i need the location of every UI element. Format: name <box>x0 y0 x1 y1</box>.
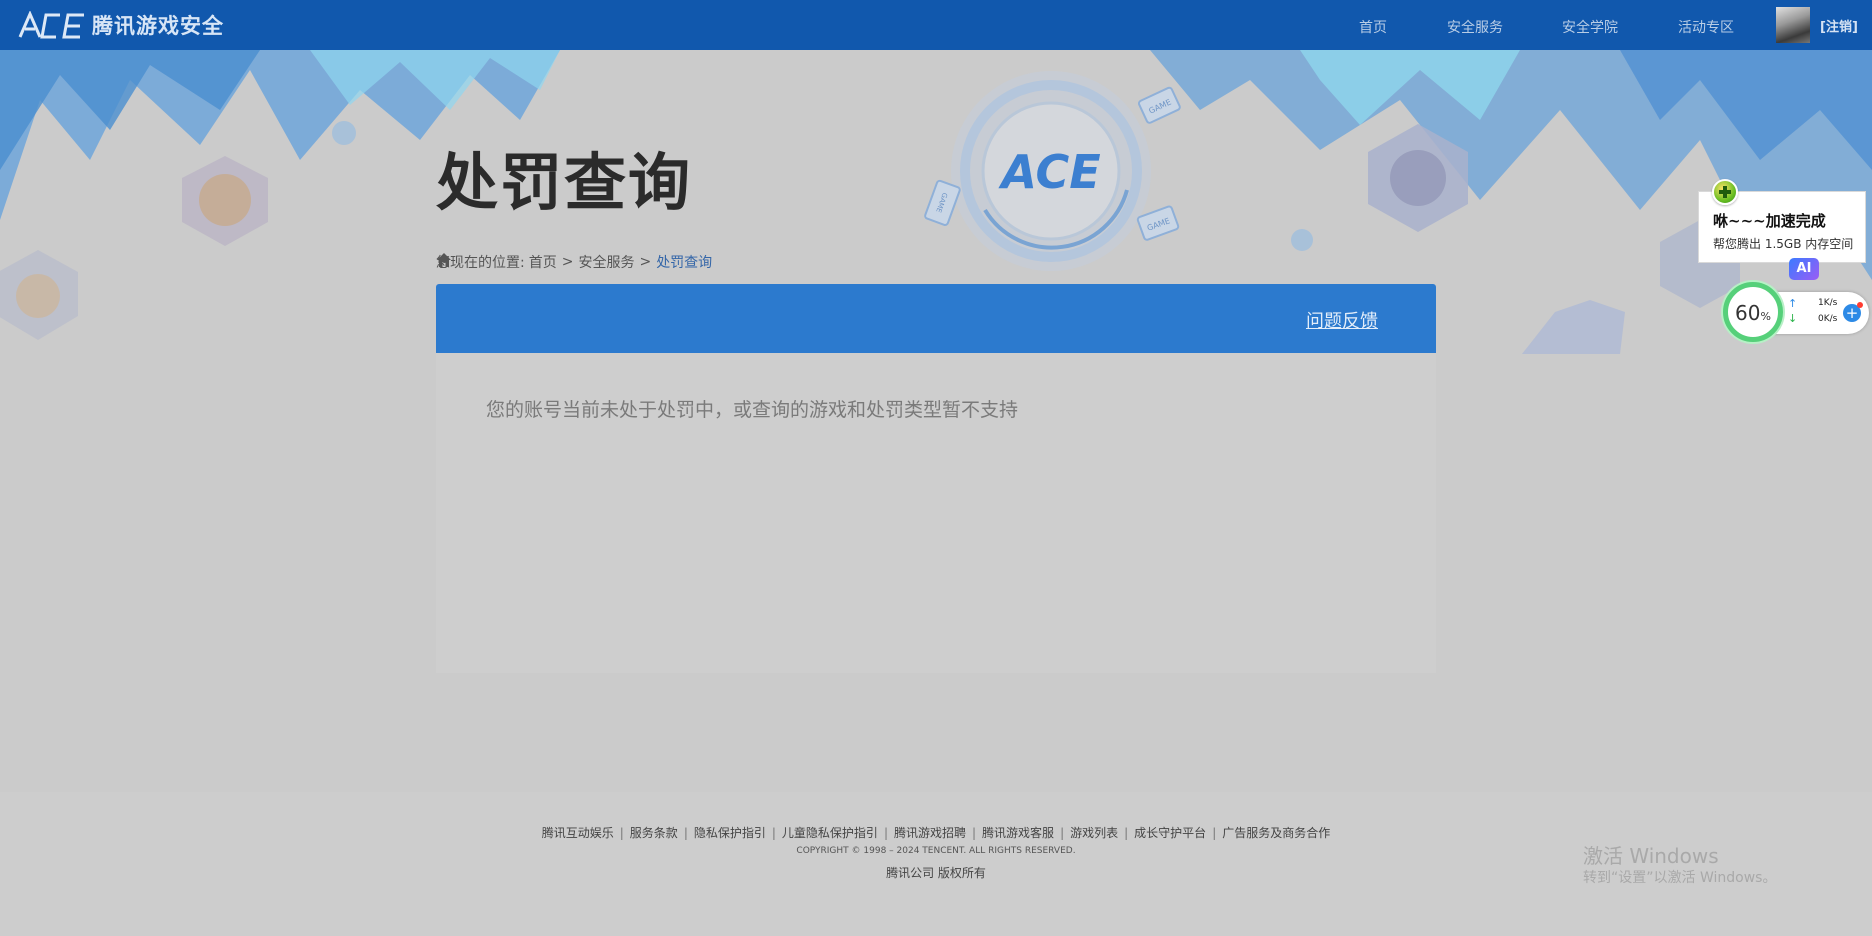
nav-events-link[interactable]: 活动专区 <box>1678 17 1734 37</box>
speedup-popup-title: 咻~~~加速完成 <box>1713 212 1826 230</box>
breadcrumb-separator: > <box>561 254 574 270</box>
footer-divider: | <box>683 826 688 840</box>
memory-usage-value: 60 <box>1735 301 1761 325</box>
footer-links: 腾讯互动娱乐 | 服务条款 | 隐私保护指引 | 儿童隐私保护指引 | 腾讯游戏招聘 | 腾讯游戏客… <box>0 824 1872 841</box>
footer-link-terms[interactable]: 服务条款 <box>630 826 678 840</box>
home-icon <box>437 253 451 267</box>
user-avatar[interactable] <box>1776 7 1810 43</box>
logo-text: 腾讯游戏安全 <box>92 14 224 38</box>
footer-link-support[interactable]: 腾讯游戏客服 <box>982 826 1054 840</box>
breadcrumb-current: 处罚查询 <box>656 255 713 271</box>
memory-usage-unit: % <box>1760 310 1771 323</box>
footer-link-tencent-ent[interactable]: 腾讯互动娱乐 <box>542 826 614 840</box>
result-card-header: 问题反馈 <box>436 284 1436 353</box>
notification-dot <box>1857 302 1863 308</box>
footer-divider: | <box>1060 826 1065 840</box>
footer-divider: | <box>619 826 624 840</box>
ace-logo-icon <box>18 11 84 39</box>
memory-usage-ring[interactable]: 60% <box>1723 282 1783 342</box>
download-arrow-icon: ↓ <box>1788 312 1798 325</box>
logout-link[interactable]: [注销] <box>1820 16 1858 35</box>
ai-button[interactable]: AI <box>1789 258 1819 280</box>
footer-divider: | <box>771 826 776 840</box>
nav-security-academy-link[interactable]: 安全学院 <box>1562 17 1618 37</box>
footer-divider: | <box>1124 826 1129 840</box>
footer-link-ads[interactable]: 广告服务及商务合作 <box>1222 826 1330 840</box>
footer-divider: | <box>1212 826 1217 840</box>
footer-link-game-list[interactable]: 游戏列表 <box>1070 826 1118 840</box>
footer-link-growth-guard[interactable]: 成长守护平台 <box>1134 826 1206 840</box>
breadcrumb: 您现在的位置: 首页 > 安全服务 > 处罚查询 <box>436 252 712 272</box>
footer-link-child-privacy[interactable]: 儿童隐私保护指引 <box>782 826 878 840</box>
nav-security-services-link[interactable]: 安全服务 <box>1447 17 1503 37</box>
footer-divider: | <box>883 826 888 840</box>
footer-link-privacy[interactable]: 隐私保护指引 <box>694 826 766 840</box>
windows-activation-watermark-title: 激活 Windows <box>1583 844 1719 868</box>
top-nav-bar: 腾讯游戏安全 首页 安全服务 安全学院 活动专区 [注销] <box>0 0 1872 50</box>
speedup-popup-subtitle: 帮您腾出 1.5GB 内存空间 <box>1713 237 1854 251</box>
breadcrumb-security-services[interactable]: 安全服务 <box>578 252 634 272</box>
site-logo[interactable]: 腾讯游戏安全 <box>18 9 224 41</box>
upload-arrow-icon: ↑ <box>1788 297 1798 310</box>
page-title: 处罚查询 <box>436 146 693 219</box>
query-result-message: 您的账号当前未处于处罚中，或查询的游戏和处罚类型暂不支持 <box>486 399 1019 421</box>
nav-home-link[interactable]: 首页 <box>1359 17 1387 37</box>
speedup-plus-icon <box>1712 179 1738 205</box>
feedback-link[interactable]: 问题反馈 <box>1306 307 1378 333</box>
breadcrumb-separator: > <box>639 254 652 270</box>
footer-link-careers[interactable]: 腾讯游戏招聘 <box>894 826 966 840</box>
windows-activation-watermark-sub: 转到“设置”以激活 Windows。 <box>1583 870 1777 886</box>
result-card-body: 您的账号当前未处于处罚中，或查询的游戏和处罚类型暂不支持 <box>436 353 1436 673</box>
footer-divider: | <box>972 826 977 840</box>
ace-emblem-text: ACE <box>998 145 1100 199</box>
download-speed: 0K/s <box>1818 314 1838 324</box>
upload-speed: 1K/s <box>1818 298 1838 308</box>
memory-usage-readout: 60% <box>1728 301 1778 325</box>
breadcrumb-home[interactable]: 首页 <box>529 252 557 272</box>
footer: 腾讯互动娱乐 | 服务条款 | 隐私保护指引 | 儿童隐私保护指引 | 腾讯游戏招聘 | 腾讯游戏客… <box>0 792 1872 936</box>
